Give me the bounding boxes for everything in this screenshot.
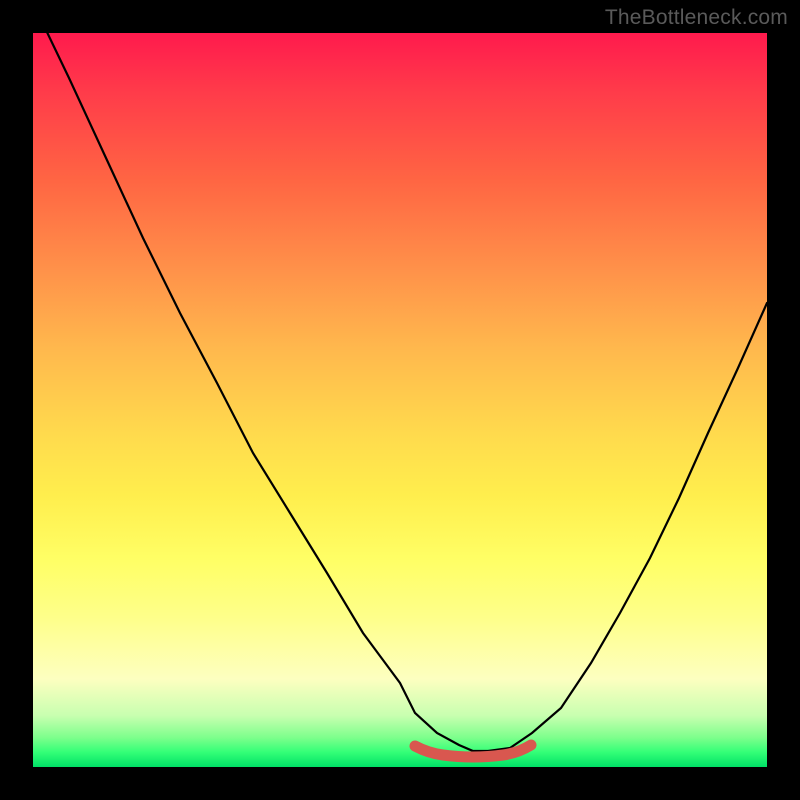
bottleneck-curve — [33, 33, 767, 751]
curve-layer — [33, 33, 767, 767]
chart-frame: TheBottleneck.com — [0, 0, 800, 800]
watermark-text: TheBottleneck.com — [605, 6, 788, 30]
plot-area — [33, 33, 767, 767]
